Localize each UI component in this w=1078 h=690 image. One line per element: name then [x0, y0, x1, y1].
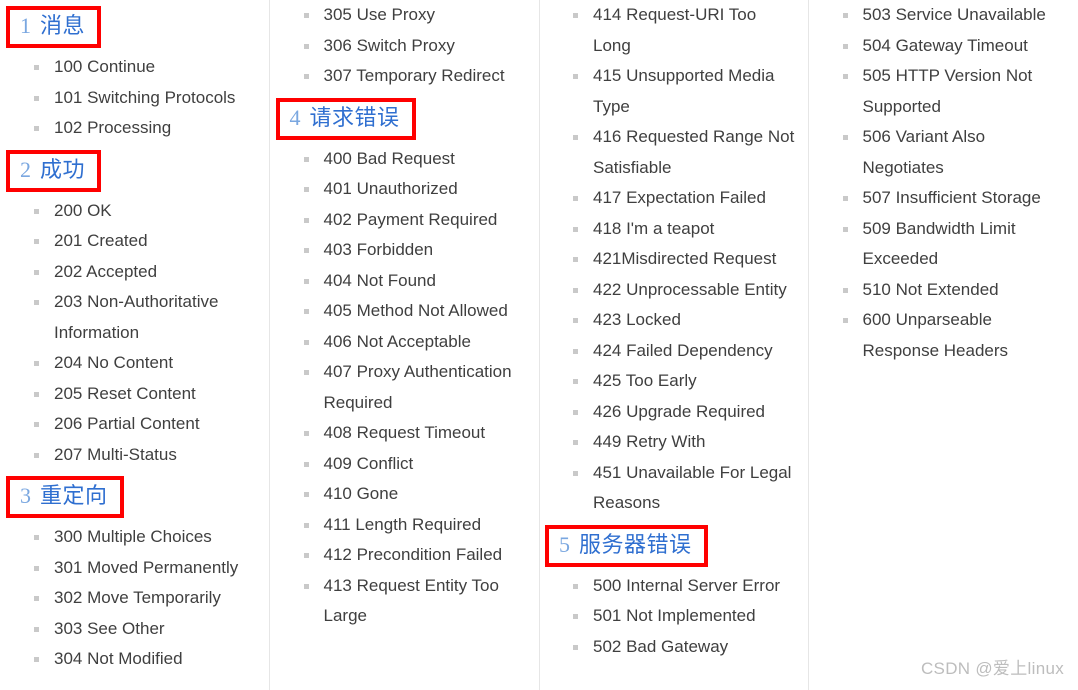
- status-code-list: 100 Continue 101 Switching Protocols 102 P…: [0, 52, 260, 144]
- status-code-item: 501 Not Implemented: [569, 601, 799, 632]
- section-heading: 5 服务器错误: [545, 524, 708, 567]
- status-code-item: 300 Multiple Choices: [30, 522, 260, 553]
- status-code-item: 401 Unauthorized: [300, 174, 530, 205]
- status-code-list: 200 OK 201 Created 202 Accepted 203 Non-Aut…: [0, 196, 260, 471]
- status-code-item: 203 Non-Authoritative Information: [30, 287, 260, 348]
- status-code-item: 503 Service Unavailable: [839, 0, 1069, 31]
- status-code-item: 307 Temporary Redirect: [300, 61, 530, 92]
- section-heading-label: 成功: [40, 156, 86, 182]
- status-code-item: 303 See Other: [30, 614, 260, 645]
- status-code-item: 410 Gone: [300, 479, 530, 510]
- status-code-sections: 1 消息 100 Continue 101 Switching Protocols 10…: [0, 0, 1068, 690]
- status-code-item: 100 Continue: [30, 52, 260, 83]
- section-heading-number: 5: [559, 531, 570, 557]
- status-code-item: 411 Length Required: [300, 510, 530, 541]
- status-code-item: 509 Bandwidth Limit Exceeded: [839, 214, 1069, 275]
- status-code-item: 414 Request-URI Too Long: [569, 0, 799, 61]
- status-code-item: 200 OK: [30, 196, 260, 227]
- section-heading-label: 消息: [40, 13, 86, 38]
- section-heading: 4 请求错误: [275, 97, 416, 140]
- status-code-flow: 1 消息 100 Continue 101 Switching Protocols 10…: [0, 0, 1078, 690]
- status-code-item: 406 Not Acceptable: [300, 327, 530, 358]
- status-code-item: 424 Failed Dependency: [569, 336, 799, 367]
- status-code-item: 500 Internal Server Error: [569, 571, 799, 602]
- status-code-item: 207 Multi-Status: [30, 440, 260, 471]
- status-code-item: 304 Not Modified: [30, 644, 260, 675]
- section-heading-number: 2: [20, 156, 31, 182]
- status-code-item: 417 Expectation Failed: [569, 183, 799, 214]
- status-code-item: 407 Proxy Authentication Required: [300, 357, 530, 418]
- status-code-item: 205 Reset Content: [30, 379, 260, 410]
- status-code-item: 306 Switch Proxy: [300, 31, 530, 62]
- section-heading-label: 请求错误: [309, 104, 400, 130]
- status-code-item: 102 Processing: [30, 113, 260, 144]
- status-code-item: 400 Bad Request: [300, 144, 530, 175]
- section-heading: 1 消息: [6, 6, 102, 48]
- section-heading-number: 3: [20, 483, 31, 508]
- status-code-item: 101 Switching Protocols: [30, 83, 260, 114]
- status-code-item: 423 Locked: [569, 305, 799, 336]
- status-code-item: 418 I'm a teapot: [569, 214, 799, 245]
- status-code-item: 405 Method Not Allowed: [300, 296, 530, 327]
- status-code-item: 510 Not Extended: [839, 275, 1069, 306]
- status-code-item: 201 Created: [30, 226, 260, 257]
- section-heading-label: 重定向: [40, 483, 108, 508]
- status-code-item: 426 Upgrade Required: [569, 397, 799, 428]
- status-code-item: 600 Unparseable Response Headers: [839, 305, 1069, 366]
- status-code-item: 412 Precondition Failed: [300, 540, 530, 571]
- status-code-item: 413 Request Entity Too Large: [300, 571, 530, 632]
- section-heading-number: 4: [289, 104, 301, 130]
- status-code-item: 404 Not Found: [300, 266, 530, 297]
- status-code-item: 204 No Content: [30, 348, 260, 379]
- status-code-item: 206 Partial Content: [30, 409, 260, 440]
- status-code-item: 403 Forbidden: [300, 235, 530, 266]
- status-code-item: 505 HTTP Version Not Supported: [839, 61, 1069, 122]
- status-code-item: 425 Too Early: [569, 366, 799, 397]
- status-code-item: 409 Conflict: [300, 449, 530, 480]
- section-heading-label: 服务器错误: [579, 531, 692, 557]
- status-code-item: 202 Accepted: [30, 257, 260, 288]
- status-code-item: 305 Use Proxy: [300, 0, 530, 31]
- status-code-item: 408 Request Timeout: [300, 418, 530, 449]
- status-code-item: 416 Requested Range Not Satisfiable: [569, 122, 799, 183]
- status-code-item: 302 Move Temporarily: [30, 583, 260, 614]
- status-code-item: 415 Unsupported Media Type: [569, 61, 799, 122]
- status-code-item: 507 Insufficient Storage: [839, 183, 1069, 214]
- status-code-item: 506 Variant Also Negotiates: [839, 122, 1069, 183]
- status-code-item: 422 Unprocessable Entity: [569, 275, 799, 306]
- status-code-item: 504 Gateway Timeout: [839, 31, 1069, 62]
- status-code-item: 301 Moved Permanently: [30, 553, 260, 584]
- status-code-item: 502 Bad Gateway: [569, 632, 799, 663]
- status-code-item: 421Misdirected Request: [569, 244, 799, 275]
- section-heading: 3 重定向: [6, 476, 124, 518]
- section-heading-number: 1: [20, 13, 31, 38]
- section-heading: 2 成功: [6, 149, 102, 192]
- http-status-code-reference: 1 消息 100 Continue 101 Switching Protocols 10…: [0, 0, 1078, 690]
- status-code-item: 451 Unavailable For Legal Reasons: [569, 458, 799, 519]
- status-code-item: 449 Retry With: [569, 427, 799, 458]
- status-code-item: 402 Payment Required: [300, 205, 530, 236]
